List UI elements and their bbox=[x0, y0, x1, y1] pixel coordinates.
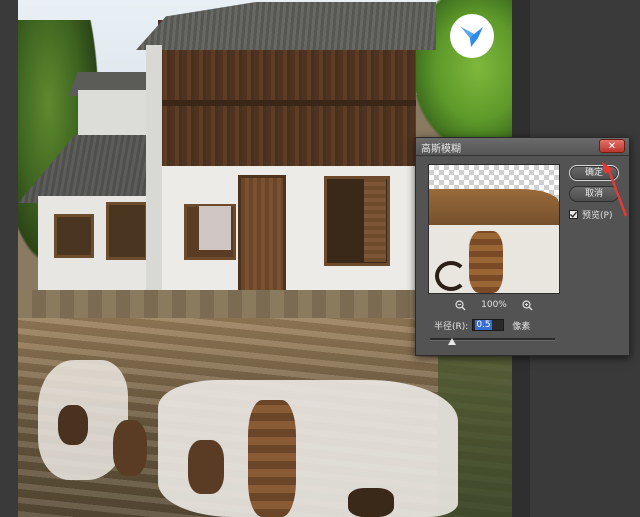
low-house-window bbox=[54, 214, 94, 258]
zoom-controls: 100% bbox=[454, 298, 534, 312]
window-curtain bbox=[199, 206, 231, 250]
wall-pillar bbox=[146, 45, 162, 307]
window-shutter bbox=[364, 178, 386, 262]
dialog-title: 高斯模糊 bbox=[421, 144, 461, 155]
radius-value: 0.5 bbox=[475, 320, 492, 330]
blur-preview[interactable] bbox=[428, 164, 560, 294]
stone-embankment bbox=[18, 290, 438, 320]
water-reflection bbox=[58, 405, 88, 445]
zoom-out-icon bbox=[454, 299, 465, 310]
zoom-out-button[interactable] bbox=[454, 299, 466, 311]
preview-reflection bbox=[435, 261, 467, 291]
red-arrow-annotation bbox=[602, 162, 628, 217]
low-house-window bbox=[106, 202, 148, 260]
water-reflection bbox=[113, 420, 147, 476]
radius-input[interactable]: 0.5 bbox=[472, 319, 505, 331]
preview-checkbox[interactable] bbox=[569, 210, 578, 219]
zoom-in-icon bbox=[522, 299, 533, 310]
water-reflection bbox=[248, 400, 296, 517]
preview-reflection bbox=[469, 231, 503, 293]
water-reflection bbox=[188, 440, 224, 494]
radius-row: 半径(R): 0.5 像素 bbox=[434, 318, 530, 332]
radius-unit: 像素 bbox=[512, 321, 531, 332]
dialog-titlebar[interactable]: 高斯模糊 ✕ bbox=[416, 138, 629, 156]
radius-slider-thumb[interactable] bbox=[447, 338, 456, 345]
bird-logo-icon bbox=[450, 14, 494, 58]
balcony-rail bbox=[158, 100, 416, 106]
zoom-level: 100% bbox=[481, 300, 507, 310]
close-icon: ✕ bbox=[607, 141, 617, 152]
close-button[interactable]: ✕ bbox=[599, 139, 625, 153]
water-reflection bbox=[348, 488, 394, 517]
checkmark-icon bbox=[570, 211, 577, 218]
zoom-in-button[interactable] bbox=[522, 299, 534, 311]
radius-label: 半径(R): bbox=[434, 321, 469, 332]
